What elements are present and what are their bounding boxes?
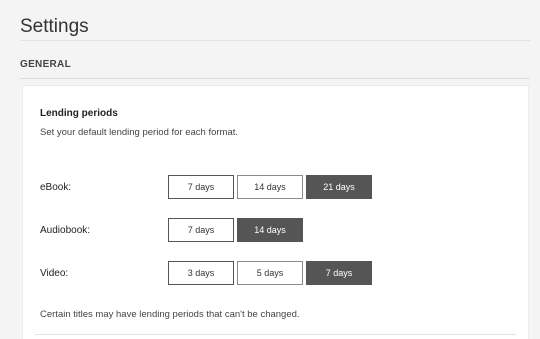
ebook-option-7-days[interactable]: 7 days	[168, 175, 234, 199]
settings-page: Settings GENERAL Lending periods Set you…	[0, 0, 540, 339]
title-divider	[20, 40, 530, 41]
page-title: Settings	[20, 16, 89, 37]
lending-periods-heading: Lending periods	[40, 108, 118, 119]
video-option-7-days[interactable]: 7 days	[306, 261, 372, 285]
audiobook-label: Audiobook:	[40, 225, 91, 236]
lending-periods-note: Certain titles may have lending periods …	[40, 309, 300, 320]
lending-periods-description: Set your default lending period for each…	[40, 127, 239, 138]
card-bottom-divider	[35, 334, 516, 335]
ebook-period-options: 7 days 14 days 21 days	[168, 175, 372, 199]
section-label-general: GENERAL	[20, 59, 71, 70]
audiobook-option-7-days[interactable]: 7 days	[168, 218, 234, 242]
video-option-5-days[interactable]: 5 days	[237, 261, 303, 285]
section-divider	[20, 78, 530, 79]
audiobook-option-14-days[interactable]: 14 days	[237, 218, 303, 242]
video-period-options: 3 days 5 days 7 days	[168, 261, 372, 285]
lending-periods-card: Lending periods Set your default lending…	[22, 85, 529, 339]
video-option-3-days[interactable]: 3 days	[168, 261, 234, 285]
video-label: Video:	[40, 268, 69, 279]
ebook-label: eBook:	[40, 182, 72, 193]
ebook-option-14-days[interactable]: 14 days	[237, 175, 303, 199]
audiobook-period-options: 7 days 14 days	[168, 218, 303, 242]
ebook-option-21-days[interactable]: 21 days	[306, 175, 372, 199]
